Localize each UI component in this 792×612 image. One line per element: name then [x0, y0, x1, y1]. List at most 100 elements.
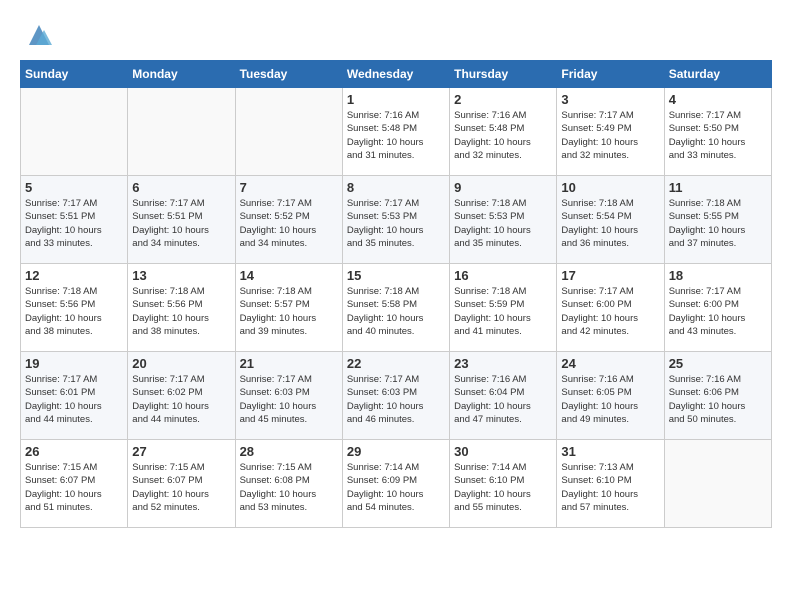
calendar-cell: 21 Sunrise: 7:17 AM Sunset: 6:03 PM Dayli…	[235, 352, 342, 440]
calendar-cell	[21, 88, 128, 176]
calendar-cell: 22 Sunrise: 7:17 AM Sunset: 6:03 PM Dayli…	[342, 352, 449, 440]
calendar-week-row: 5 Sunrise: 7:17 AM Sunset: 5:51 PM Daylig…	[21, 176, 772, 264]
header-thursday: Thursday	[450, 61, 557, 88]
day-number: 23	[454, 356, 552, 371]
day-number: 8	[347, 180, 445, 195]
day-info: Sunrise: 7:17 AM Sunset: 6:00 PM Dayligh…	[669, 285, 767, 338]
day-info: Sunrise: 7:17 AM Sunset: 5:50 PM Dayligh…	[669, 109, 767, 162]
day-info: Sunrise: 7:16 AM Sunset: 6:06 PM Dayligh…	[669, 373, 767, 426]
day-info: Sunrise: 7:16 AM Sunset: 6:04 PM Dayligh…	[454, 373, 552, 426]
day-number: 15	[347, 268, 445, 283]
day-info: Sunrise: 7:16 AM Sunset: 5:48 PM Dayligh…	[454, 109, 552, 162]
day-info: Sunrise: 7:18 AM Sunset: 5:53 PM Dayligh…	[454, 197, 552, 250]
header-wednesday: Wednesday	[342, 61, 449, 88]
calendar-header-row: SundayMondayTuesdayWednesdayThursdayFrid…	[21, 61, 772, 88]
day-number: 2	[454, 92, 552, 107]
calendar-table: SundayMondayTuesdayWednesdayThursdayFrid…	[20, 60, 772, 528]
calendar-week-row: 26 Sunrise: 7:15 AM Sunset: 6:07 PM Dayli…	[21, 440, 772, 528]
calendar-cell: 10Sunrise: 7:18 AM Sunset: 5:54 PM Dayli…	[557, 176, 664, 264]
day-info: Sunrise: 7:16 AM Sunset: 5:48 PM Dayligh…	[347, 109, 445, 162]
day-info: Sunrise: 7:15 AM Sunset: 6:08 PM Dayligh…	[240, 461, 338, 514]
calendar-cell: 17Sunrise: 7:17 AM Sunset: 6:00 PM Dayli…	[557, 264, 664, 352]
day-info: Sunrise: 7:15 AM Sunset: 6:07 PM Dayligh…	[132, 461, 230, 514]
day-info: Sunrise: 7:17 AM Sunset: 6:00 PM Dayligh…	[561, 285, 659, 338]
day-info: Sunrise: 7:17 AM Sunset: 5:53 PM Dayligh…	[347, 197, 445, 250]
calendar-cell: 15 Sunrise: 7:18 AM Sunset: 5:58 PM Dayli…	[342, 264, 449, 352]
day-number: 4	[669, 92, 767, 107]
calendar-cell: 28 Sunrise: 7:15 AM Sunset: 6:08 PM Dayli…	[235, 440, 342, 528]
day-info: Sunrise: 7:17 AM Sunset: 5:52 PM Dayligh…	[240, 197, 338, 250]
day-number: 5	[25, 180, 123, 195]
logo	[20, 20, 54, 50]
calendar-cell	[235, 88, 342, 176]
calendar-cell: 30 Sunrise: 7:14 AM Sunset: 6:10 PM Dayli…	[450, 440, 557, 528]
calendar-week-row: 19Sunrise: 7:17 AM Sunset: 6:01 PM Dayli…	[21, 352, 772, 440]
day-number: 7	[240, 180, 338, 195]
calendar-cell: 6 Sunrise: 7:17 AM Sunset: 5:51 PM Daylig…	[128, 176, 235, 264]
calendar-cell: 20Sunrise: 7:17 AM Sunset: 6:02 PM Dayli…	[128, 352, 235, 440]
day-info: Sunrise: 7:15 AM Sunset: 6:07 PM Dayligh…	[25, 461, 123, 514]
calendar-cell: 4 Sunrise: 7:17 AM Sunset: 5:50 PM Daylig…	[664, 88, 771, 176]
calendar-cell: 7 Sunrise: 7:17 AM Sunset: 5:52 PM Daylig…	[235, 176, 342, 264]
calendar-cell: 18 Sunrise: 7:17 AM Sunset: 6:00 PM Dayli…	[664, 264, 771, 352]
logo-icon	[24, 20, 54, 50]
day-number: 27	[132, 444, 230, 459]
calendar-cell: 1 Sunrise: 7:16 AM Sunset: 5:48 PM Daylig…	[342, 88, 449, 176]
day-number: 26	[25, 444, 123, 459]
calendar-cell: 14Sunrise: 7:18 AM Sunset: 5:57 PM Dayli…	[235, 264, 342, 352]
day-number: 11	[669, 180, 767, 195]
day-info: Sunrise: 7:17 AM Sunset: 5:51 PM Dayligh…	[25, 197, 123, 250]
calendar-cell: 23 Sunrise: 7:16 AM Sunset: 6:04 PM Dayli…	[450, 352, 557, 440]
header-saturday: Saturday	[664, 61, 771, 88]
calendar-cell: 26 Sunrise: 7:15 AM Sunset: 6:07 PM Dayli…	[21, 440, 128, 528]
calendar-cell: 27 Sunrise: 7:15 AM Sunset: 6:07 PM Dayli…	[128, 440, 235, 528]
day-number: 9	[454, 180, 552, 195]
calendar-cell: 29 Sunrise: 7:14 AM Sunset: 6:09 PM Dayli…	[342, 440, 449, 528]
calendar-cell: 9 Sunrise: 7:18 AM Sunset: 5:53 PM Daylig…	[450, 176, 557, 264]
day-number: 6	[132, 180, 230, 195]
day-number: 31	[561, 444, 659, 459]
day-info: Sunrise: 7:13 AM Sunset: 6:10 PM Dayligh…	[561, 461, 659, 514]
calendar-cell: 19Sunrise: 7:17 AM Sunset: 6:01 PM Dayli…	[21, 352, 128, 440]
day-number: 25	[669, 356, 767, 371]
day-info: Sunrise: 7:17 AM Sunset: 5:49 PM Dayligh…	[561, 109, 659, 162]
day-number: 22	[347, 356, 445, 371]
page-header	[20, 20, 772, 50]
calendar-cell: 2 Sunrise: 7:16 AM Sunset: 5:48 PM Daylig…	[450, 88, 557, 176]
calendar-cell: 3 Sunrise: 7:17 AM Sunset: 5:49 PM Daylig…	[557, 88, 664, 176]
day-info: Sunrise: 7:14 AM Sunset: 6:09 PM Dayligh…	[347, 461, 445, 514]
day-number: 14	[240, 268, 338, 283]
day-info: Sunrise: 7:18 AM Sunset: 5:58 PM Dayligh…	[347, 285, 445, 338]
day-info: Sunrise: 7:17 AM Sunset: 6:03 PM Dayligh…	[240, 373, 338, 426]
day-number: 29	[347, 444, 445, 459]
day-info: Sunrise: 7:18 AM Sunset: 5:56 PM Dayligh…	[25, 285, 123, 338]
day-info: Sunrise: 7:17 AM Sunset: 6:01 PM Dayligh…	[25, 373, 123, 426]
day-number: 3	[561, 92, 659, 107]
day-number: 21	[240, 356, 338, 371]
day-number: 30	[454, 444, 552, 459]
day-number: 13	[132, 268, 230, 283]
calendar-cell: 24Sunrise: 7:16 AM Sunset: 6:05 PM Dayli…	[557, 352, 664, 440]
day-number: 1	[347, 92, 445, 107]
day-info: Sunrise: 7:14 AM Sunset: 6:10 PM Dayligh…	[454, 461, 552, 514]
day-info: Sunrise: 7:17 AM Sunset: 5:51 PM Dayligh…	[132, 197, 230, 250]
day-number: 10	[561, 180, 659, 195]
day-number: 12	[25, 268, 123, 283]
calendar-week-row: 1 Sunrise: 7:16 AM Sunset: 5:48 PM Daylig…	[21, 88, 772, 176]
header-tuesday: Tuesday	[235, 61, 342, 88]
calendar-cell: 5 Sunrise: 7:17 AM Sunset: 5:51 PM Daylig…	[21, 176, 128, 264]
day-info: Sunrise: 7:18 AM Sunset: 5:59 PM Dayligh…	[454, 285, 552, 338]
calendar-cell: 31 Sunrise: 7:13 AM Sunset: 6:10 PM Dayli…	[557, 440, 664, 528]
calendar-cell: 8 Sunrise: 7:17 AM Sunset: 5:53 PM Daylig…	[342, 176, 449, 264]
header-monday: Monday	[128, 61, 235, 88]
day-info: Sunrise: 7:18 AM Sunset: 5:56 PM Dayligh…	[132, 285, 230, 338]
day-number: 28	[240, 444, 338, 459]
day-number: 24	[561, 356, 659, 371]
header-friday: Friday	[557, 61, 664, 88]
day-number: 18	[669, 268, 767, 283]
calendar-cell	[128, 88, 235, 176]
calendar-cell: 12 Sunrise: 7:18 AM Sunset: 5:56 PM Dayli…	[21, 264, 128, 352]
day-info: Sunrise: 7:17 AM Sunset: 6:02 PM Dayligh…	[132, 373, 230, 426]
calendar-week-row: 12 Sunrise: 7:18 AM Sunset: 5:56 PM Dayli…	[21, 264, 772, 352]
day-info: Sunrise: 7:17 AM Sunset: 6:03 PM Dayligh…	[347, 373, 445, 426]
